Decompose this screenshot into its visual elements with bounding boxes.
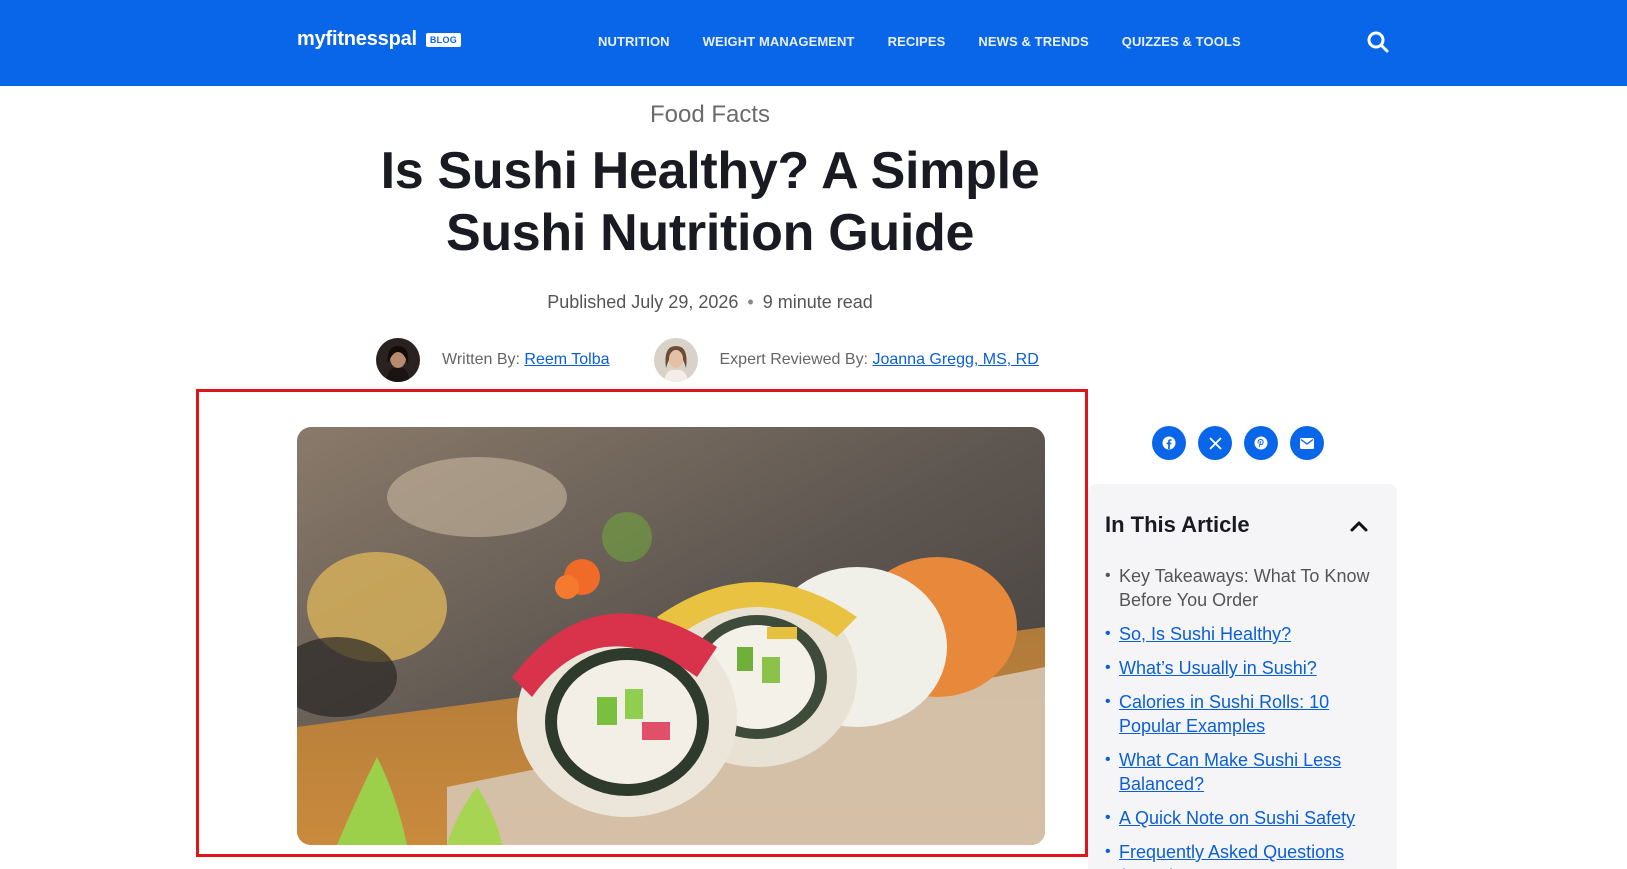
author-avatar bbox=[376, 338, 420, 382]
toc-item-less-balanced: What Can Make Sushi Less Balanced? bbox=[1105, 748, 1375, 796]
published-date: Published July 29, 2026 bbox=[547, 292, 739, 312]
search-icon bbox=[1367, 31, 1389, 53]
article-meta: Published July 29, 2026 • 9 minute read bbox=[0, 292, 1420, 313]
site-logo[interactable]: myfitnesspal BLOG bbox=[297, 28, 462, 51]
toc-link[interactable]: A Quick Note on Sushi Safety bbox=[1119, 808, 1355, 828]
reviewer-link[interactable]: Joanna Gregg, MS, RD bbox=[872, 351, 1038, 369]
nav-item-quizzes-tools[interactable]: QUIZZES & TOOLS bbox=[1122, 34, 1241, 49]
reviewer-label: Expert Reviewed By: bbox=[719, 351, 869, 368]
reviewer-avatar bbox=[653, 338, 698, 382]
meta-separator: • bbox=[747, 292, 754, 312]
x-icon bbox=[1208, 436, 1222, 450]
share-buttons bbox=[1152, 426, 1324, 460]
email-icon bbox=[1300, 437, 1314, 449]
toc-collapse-button[interactable] bbox=[1347, 514, 1371, 538]
author-link[interactable]: Reem Tolba bbox=[524, 351, 609, 369]
logo-badge: BLOG bbox=[425, 32, 462, 47]
chevron-up-icon bbox=[1350, 521, 1368, 532]
toc-item-faqs: Frequently Asked Questions (FAQs) bbox=[1105, 840, 1375, 869]
logo-text: myfitnesspal bbox=[297, 28, 417, 50]
byline: Written By: Reem Tolba Expert Reviewed B… bbox=[376, 337, 1039, 383]
toc-link[interactable]: What’s Usually in Sushi? bbox=[1119, 658, 1317, 678]
share-x-button[interactable] bbox=[1198, 426, 1232, 460]
nav-item-weight-management[interactable]: WEIGHT MANAGEMENT bbox=[703, 34, 855, 49]
toc-item-label: Key Takeaways: What To Know Before You O… bbox=[1119, 566, 1370, 610]
toc-item-sushi-safety: A Quick Note on Sushi Safety bbox=[1105, 806, 1375, 830]
toc-heading: In This Article bbox=[1105, 512, 1250, 537]
article-category[interactable]: Food Facts bbox=[0, 101, 1420, 129]
toc-item-whats-in-sushi: What’s Usually in Sushi? bbox=[1105, 656, 1375, 680]
toc-list: Key Takeaways: What To Know Before You O… bbox=[1105, 564, 1375, 869]
toc-link[interactable]: Frequently Asked Questions (FAQs) bbox=[1119, 842, 1344, 869]
author-label: Written By: bbox=[442, 351, 520, 368]
share-pinterest-button[interactable] bbox=[1244, 426, 1278, 460]
nav-item-nutrition[interactable]: NUTRITION bbox=[598, 34, 670, 49]
read-time: 9 minute read bbox=[762, 292, 873, 312]
pinterest-icon bbox=[1254, 436, 1268, 450]
hero-image-sushi bbox=[297, 427, 1045, 845]
search-button[interactable] bbox=[1366, 30, 1390, 54]
nav-item-recipes[interactable]: RECIPES bbox=[888, 34, 946, 49]
main-nav: NUTRITION WEIGHT MANAGEMENT RECIPES NEWS… bbox=[598, 34, 1274, 49]
article-title: Is Sushi Healthy? A Simple Sushi Nutriti… bbox=[380, 142, 1040, 262]
share-email-button[interactable] bbox=[1290, 426, 1324, 460]
toc-link[interactable]: What Can Make Sushi Less Balanced? bbox=[1119, 750, 1341, 794]
toc-item-calories: Calories in Sushi Rolls: 10 Popular Exam… bbox=[1105, 690, 1375, 738]
facebook-icon bbox=[1162, 436, 1176, 450]
toc-link[interactable]: So, Is Sushi Healthy? bbox=[1119, 624, 1291, 644]
toc-item-key-takeaways[interactable]: Key Takeaways: What To Know Before You O… bbox=[1105, 564, 1375, 612]
share-facebook-button[interactable] bbox=[1152, 426, 1186, 460]
toc-link[interactable]: Calories in Sushi Rolls: 10 Popular Exam… bbox=[1119, 692, 1329, 736]
table-of-contents: In This Article Key Takeaways: What To K… bbox=[1088, 484, 1397, 869]
site-header: myfitnesspal BLOG NUTRITION WEIGHT MANAG… bbox=[0, 0, 1627, 86]
nav-item-news-trends[interactable]: NEWS & TRENDS bbox=[978, 34, 1088, 49]
toc-item-is-sushi-healthy: So, Is Sushi Healthy? bbox=[1105, 622, 1375, 646]
